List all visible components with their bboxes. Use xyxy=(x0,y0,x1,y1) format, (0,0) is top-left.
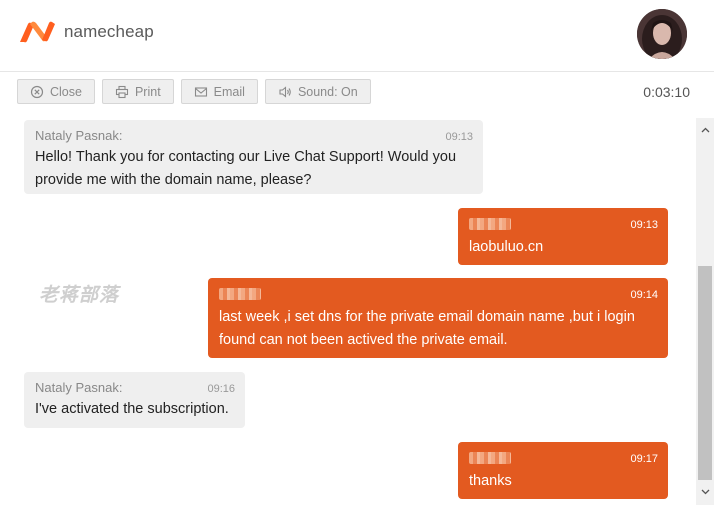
user-message: 09:13 laobuluo.cn xyxy=(458,208,668,265)
close-label: Close xyxy=(50,84,82,99)
namecheap-n-icon xyxy=(20,21,55,43)
message-sender: Nataly Pasnak: xyxy=(35,380,123,395)
speaker-icon xyxy=(278,85,292,99)
message-text: laobuluo.cn xyxy=(469,239,544,255)
user-message: 09:14 last week ,i set dns for the priva… xyxy=(208,278,668,358)
printer-icon xyxy=(115,85,129,99)
blurred-sender-name xyxy=(219,288,261,300)
envelope-icon xyxy=(194,85,208,99)
message-text: last week ,i set dns for the private ema… xyxy=(219,309,635,348)
chat-scrollbar[interactable] xyxy=(696,118,714,505)
agent-message: Nataly Pasnak: 09:13 Hello! Thank you fo… xyxy=(24,120,483,194)
blurred-sender-name xyxy=(469,218,511,230)
message-time: 09:17 xyxy=(630,453,658,465)
user-message: 09:17 thanks xyxy=(458,442,668,499)
scroll-thumb[interactable] xyxy=(698,266,712,480)
print-label: Print xyxy=(134,84,161,99)
namecheap-logo: namecheap xyxy=(18,20,154,44)
message-time: 09:13 xyxy=(445,131,473,143)
chat-toolbar: Close Print Email Sound: On xyxy=(17,79,371,104)
close-button[interactable]: Close xyxy=(17,79,95,104)
watermark: 老蒋部落 xyxy=(39,285,120,306)
chevron-up-icon xyxy=(701,127,709,133)
message-time: 09:14 xyxy=(630,289,658,301)
email-label: Email xyxy=(213,84,245,99)
brand-name: namecheap xyxy=(64,22,154,41)
scroll-down-arrow[interactable] xyxy=(696,484,714,500)
message-time: 09:13 xyxy=(630,219,658,231)
chat-header: namecheap xyxy=(0,0,714,72)
message-text: Hello! Thank you for contacting our Live… xyxy=(35,149,457,188)
email-button[interactable]: Email xyxy=(180,79,258,104)
sound-label: Sound: On xyxy=(297,84,358,99)
blurred-sender-name xyxy=(469,452,511,464)
chat-transcript: Nataly Pasnak: 09:13 Hello! Thank you fo… xyxy=(0,118,696,505)
close-circle-icon xyxy=(30,85,44,99)
message-sender: Nataly Pasnak: xyxy=(35,128,123,143)
message-text: I've activated the subscription. xyxy=(35,401,229,417)
sound-toggle-button[interactable]: Sound: On xyxy=(264,79,371,104)
message-text: thanks xyxy=(469,473,512,489)
agent-message: Nataly Pasnak: 09:16 I've activated the … xyxy=(24,372,245,428)
scroll-up-arrow[interactable] xyxy=(696,122,714,138)
print-button[interactable]: Print xyxy=(101,79,174,104)
chat-timer: 0:03:10 xyxy=(643,84,690,100)
agent-avatar xyxy=(637,9,687,59)
chevron-down-icon xyxy=(701,489,709,495)
message-time: 09:16 xyxy=(207,383,235,395)
